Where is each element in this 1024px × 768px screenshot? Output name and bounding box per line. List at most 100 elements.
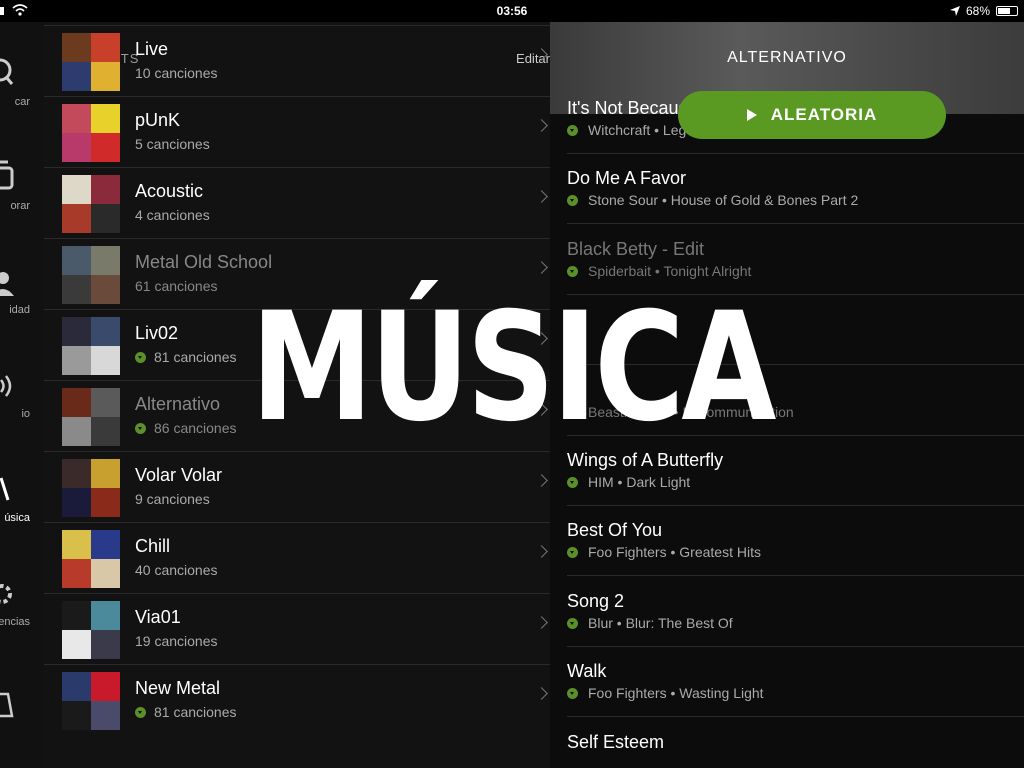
- artwork-tile: [62, 275, 91, 304]
- track-row[interactable]: Do Me A Favor Stone Sour • House of Gold …: [567, 154, 1024, 225]
- browse-icon: [0, 160, 14, 190]
- playlist-count: 40 canciones: [135, 562, 218, 578]
- track-row[interactable]: Walk Foo Fighters • Wasting Light: [567, 647, 1024, 718]
- track-artist-album: Blur • Blur: The Best Of: [567, 615, 733, 631]
- sidebar-item-label: car: [14, 96, 30, 108]
- artwork-tile: [62, 559, 91, 588]
- playlist-detail-title: ALTERNATIVO: [727, 49, 847, 66]
- playlist-count: 4 canciones: [135, 207, 210, 223]
- track-artist-album: Foo Fighters • Wasting Light: [567, 685, 764, 701]
- sidebar-item-music[interactable]: úsica: [0, 468, 44, 548]
- track-title: Self Esteem: [567, 731, 665, 752]
- location-arrow-icon: [949, 6, 960, 16]
- chevron-right-icon: [535, 616, 548, 629]
- track-artist-album-text: Spiderbait • Tonight Alright: [588, 262, 752, 279]
- downloaded-icon: [135, 352, 146, 363]
- artwork-tile: [91, 204, 120, 233]
- track-row[interactable]: Self Esteem: [567, 718, 1024, 768]
- artwork-tile: [91, 630, 120, 659]
- playlist-name: Metal Old School: [135, 252, 273, 272]
- playlist-artwork: [62, 317, 120, 375]
- battery-icon: [996, 6, 1018, 16]
- sidebar-item-settings[interactable]: encias: [0, 572, 44, 652]
- playlist-row[interactable]: pUnK 5 canciones: [44, 96, 550, 167]
- playlist-count: 9 canciones: [135, 491, 210, 507]
- artwork-tile: [62, 33, 91, 62]
- sidebar: car orar idad io úsica encias: [0, 22, 44, 768]
- playlist-count: 10 canciones: [135, 65, 218, 81]
- artwork-tile: [91, 417, 120, 446]
- track-row[interactable]: Black Betty - Edit Spiderbait • Tonight A…: [567, 225, 1024, 295]
- playlist-count-text: 40 canciones: [135, 562, 218, 578]
- gear-icon: [0, 584, 12, 604]
- chevron-right-icon: [535, 474, 548, 487]
- playlist-artwork: [62, 672, 120, 730]
- downloaded-icon: [567, 265, 578, 277]
- playlists-panel: PLAYLISTS Editar Live10 cancionespUnK5 c…: [44, 22, 550, 768]
- playlist-count-text: 5 canciones: [135, 136, 210, 152]
- artwork-tile: [91, 104, 120, 133]
- playlist-row[interactable]: New Metal 81 canciones: [44, 664, 550, 735]
- playlist-count: 81 canciones: [135, 704, 237, 720]
- playlist-row[interactable]: Liv02 81 canciones: [44, 309, 550, 380]
- track-artist-album-text: Foo Fighters • Greatest Hits: [588, 544, 761, 561]
- playlist-row[interactable]: Alternativo 86 canciones: [44, 380, 550, 451]
- track-title: Wings of A Butterfly: [567, 450, 724, 470]
- sidebar-item-radio[interactable]: io: [0, 364, 44, 444]
- track-artist-album-text: HIM • Dark Light: [588, 474, 691, 490]
- artwork-tile: [91, 275, 120, 304]
- downloaded-icon: [135, 423, 146, 434]
- artwork-tile: [62, 133, 91, 162]
- artwork-tile: [62, 488, 91, 517]
- artwork-tile: [62, 601, 91, 630]
- artwork-tile: [91, 559, 120, 588]
- track-row[interactable]: Best Of You Foo Fighters • Greatest Hits: [567, 506, 1024, 577]
- radio-icon: [0, 375, 12, 397]
- artwork-tile: [62, 388, 91, 417]
- track-artist-album: HIM • Dark Light: [567, 474, 690, 490]
- sidebar-item-store[interactable]: [0, 678, 44, 758]
- downloaded-icon: [567, 406, 578, 418]
- artwork-tile: [62, 104, 91, 133]
- playlist-artwork: [62, 388, 120, 446]
- playlist-artwork: [62, 104, 120, 162]
- artwork-tile: [91, 459, 120, 488]
- track-row[interactable]: Beastie Boys • Ill Communication: [567, 366, 1024, 436]
- artwork-tile: [62, 246, 91, 275]
- playlist-name: New Metal: [135, 678, 221, 698]
- track-title: Black Betty - Edit: [567, 238, 705, 259]
- chevron-right-icon: [535, 545, 548, 558]
- track-artist-album: Stone Sour • House of Gold & Bones Part …: [567, 192, 858, 208]
- playlist-artwork: [62, 175, 120, 233]
- playlist-row[interactable]: Chill 40 canciones: [44, 522, 550, 593]
- sidebar-item-activity[interactable]: idad: [0, 260, 44, 340]
- artwork-tile: [91, 133, 120, 162]
- playlist-count-text: 9 canciones: [135, 491, 210, 507]
- artwork-tile: [91, 62, 120, 91]
- playlist-row[interactable]: Via01 19 canciones: [44, 593, 550, 664]
- playlist-row[interactable]: Live 10 canciones: [44, 25, 550, 96]
- playlist-name: pUnK: [135, 110, 181, 130]
- playlist-name: Live: [135, 39, 169, 59]
- track-row[interactable]: Wings of A Butterfly HIM • Dark Light: [567, 436, 1024, 506]
- artwork-tile: [62, 175, 91, 204]
- track-artist-album-text: Stone Sour • House of Gold & Bones Part …: [588, 192, 859, 209]
- sidebar-item-label: orar: [10, 200, 30, 212]
- track-row[interactable]: Song 2 Blur • Blur: The Best Of: [567, 577, 1024, 647]
- track-title: Song 2: [567, 590, 625, 611]
- sidebar-item-search[interactable]: car: [0, 52, 44, 132]
- playlist-count: 61 canciones: [135, 278, 218, 294]
- playlist-row[interactable]: Metal Old School 61 canciones: [44, 238, 550, 309]
- playlist-count-text: 86 canciones: [154, 420, 237, 436]
- shuffle-play-button[interactable]: ALEATORIA: [678, 91, 946, 139]
- track-title: Best Of You: [567, 520, 663, 541]
- chevron-right-icon: [535, 190, 548, 203]
- track-row[interactable]: [567, 295, 1024, 366]
- playlist-row[interactable]: Acoustic 4 canciones: [44, 167, 550, 238]
- artwork-tile: [62, 204, 91, 233]
- playlist-count-text: 81 canciones: [154, 349, 237, 365]
- playlist-artwork: [62, 33, 120, 91]
- battery-percent: 68%: [965, 4, 990, 18]
- sidebar-item-browse[interactable]: orar: [0, 156, 44, 236]
- playlist-row[interactable]: Volar Volar 9 canciones: [44, 451, 550, 522]
